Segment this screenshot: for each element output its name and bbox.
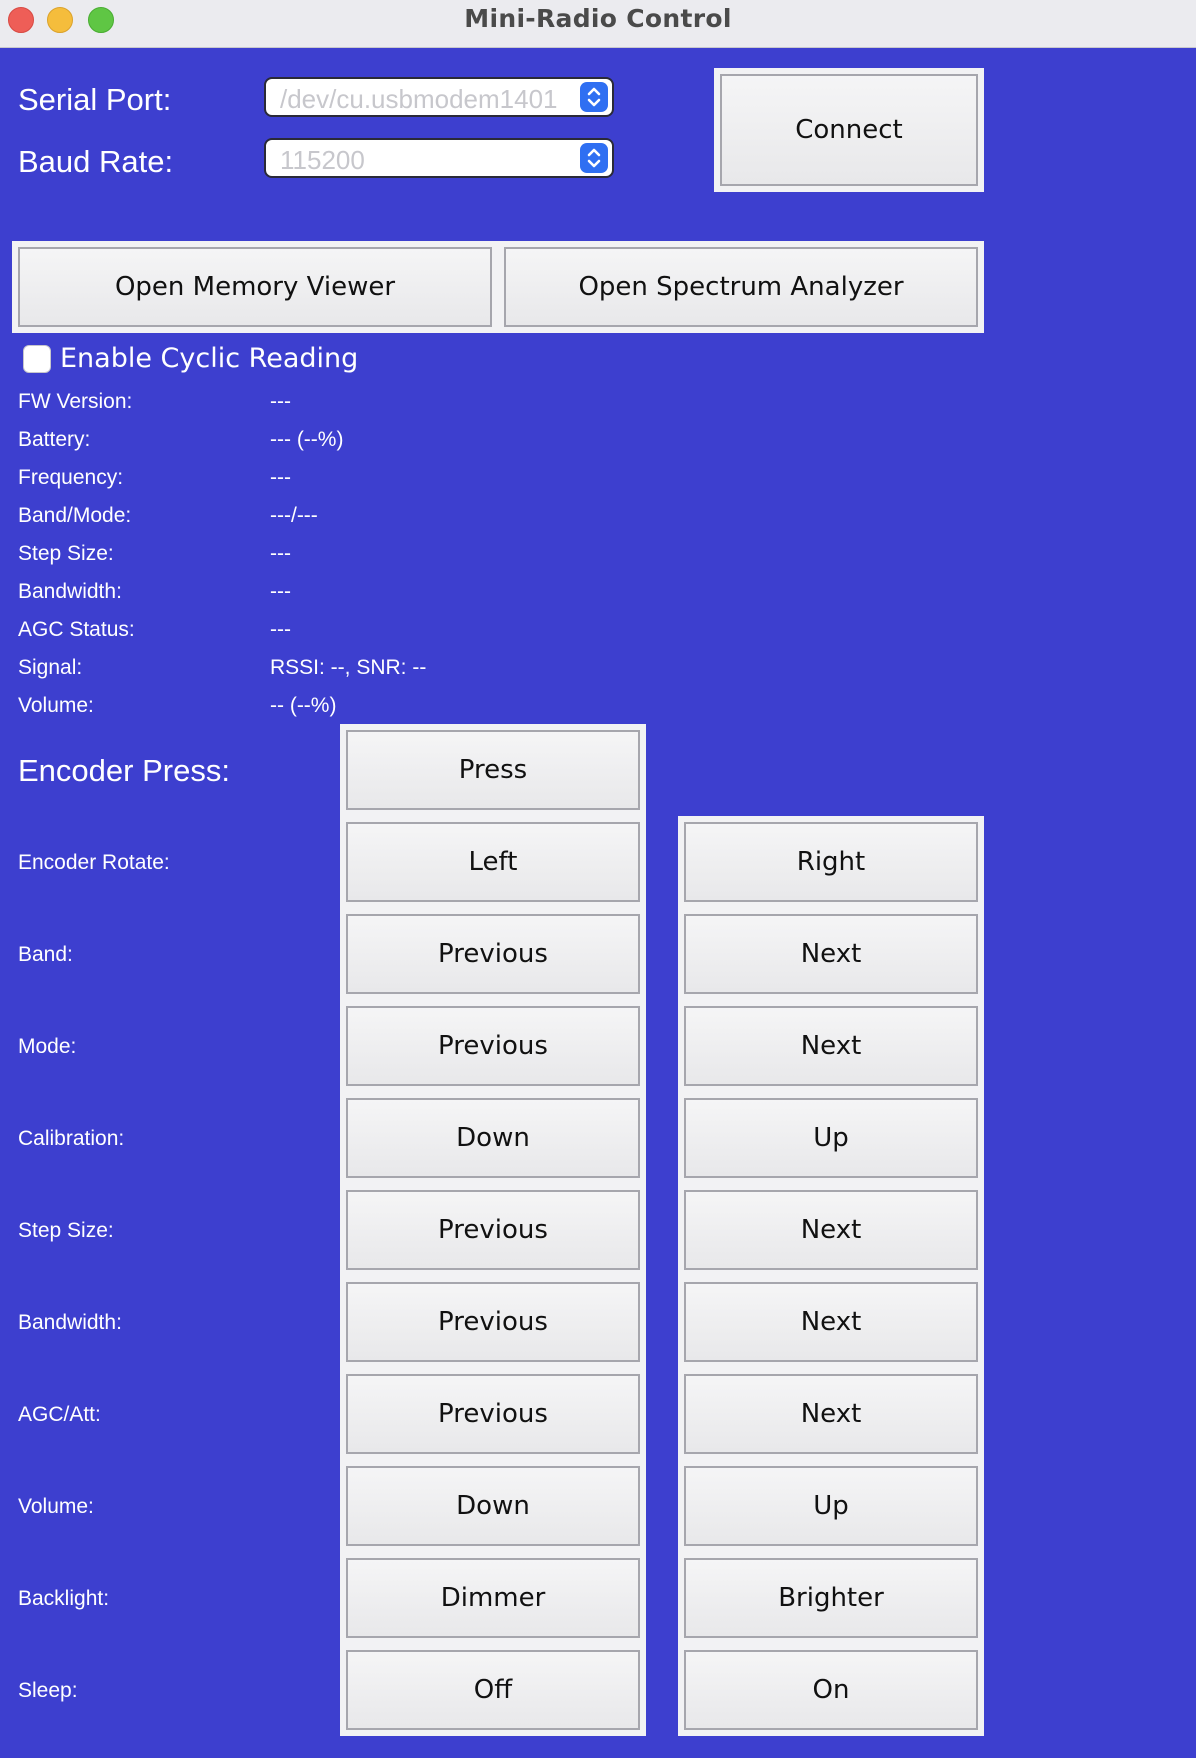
sleep-off-button[interactable]: Off — [346, 1650, 640, 1730]
backlight-label: Backlight: — [18, 1587, 110, 1610]
calibration-up-button[interactable]: Up — [684, 1098, 978, 1178]
calibration-label: Calibration: — [18, 1127, 125, 1150]
agc-att-next-button[interactable]: Next — [684, 1374, 978, 1454]
volume-control-label: Volume: — [18, 1495, 94, 1518]
step-size-value: --- — [270, 542, 291, 565]
encoder-press-button[interactable]: Press — [346, 730, 640, 810]
open-spectrum-analyzer-button[interactable]: Open Spectrum Analyzer — [504, 247, 978, 327]
bandwidth-value: --- — [270, 580, 291, 603]
agc-att-previous-button[interactable]: Previous — [346, 1374, 640, 1454]
up-down-stepper-icon — [580, 82, 608, 112]
volume-up-button[interactable]: Up — [684, 1466, 978, 1546]
agc-status-label: AGC Status: — [18, 618, 135, 641]
window-title: Mini-Radio Control — [464, 4, 732, 33]
cyclic-reading-checkbox[interactable] — [23, 345, 51, 373]
bandwidth-label: Bandwidth: — [18, 580, 122, 603]
bandwidth-control-label: Bandwidth: — [18, 1311, 122, 1334]
battery-label: Battery: — [18, 428, 91, 451]
sleep-label: Sleep: — [18, 1679, 78, 1702]
title-bar: Mini-Radio Control — [0, 0, 1196, 48]
encoder-rotate-label: Encoder Rotate: — [18, 851, 170, 874]
mode-label: Mode: — [18, 1035, 77, 1058]
band-previous-button[interactable]: Previous — [346, 914, 640, 994]
sleep-on-button[interactable]: On — [684, 1650, 978, 1730]
step-size-label: Step Size: — [18, 542, 114, 565]
serial-port-value: /dev/cu.usbmodem1401 — [280, 84, 558, 114]
frequency-label: Frequency: — [18, 466, 124, 489]
volume-value: -- (--%) — [270, 694, 337, 717]
mode-previous-button[interactable]: Previous — [346, 1006, 640, 1086]
up-down-stepper-icon — [580, 143, 608, 173]
baud-rate-label: Baud Rate: — [18, 144, 174, 179]
volume-label: Volume: — [18, 694, 94, 717]
cyclic-reading-label: Enable Cyclic Reading — [60, 343, 359, 374]
agc-att-label: AGC/Att: — [18, 1403, 101, 1426]
bandwidth-next-button[interactable]: Next — [684, 1282, 978, 1362]
connect-button[interactable]: Connect — [720, 74, 978, 186]
frequency-value: --- — [270, 466, 291, 489]
bandwidth-previous-button[interactable]: Previous — [346, 1282, 640, 1362]
backlight-dimmer-button[interactable]: Dimmer — [346, 1558, 640, 1638]
fw-version-label: FW Version: — [18, 390, 133, 413]
band-label: Band: — [18, 943, 73, 966]
agc-status-value: --- — [270, 618, 291, 641]
signal-value: RSSI: --, SNR: -- — [270, 656, 427, 679]
open-memory-viewer-button[interactable]: Open Memory Viewer — [18, 247, 492, 327]
backlight-brighter-button[interactable]: Brighter — [684, 1558, 978, 1638]
baud-rate-select[interactable]: 115200 — [264, 138, 614, 178]
step-size-previous-button[interactable]: Previous — [346, 1190, 640, 1270]
app-window: Mini-Radio Control Serial Port: /dev/cu.… — [0, 0, 1196, 1758]
serial-port-label: Serial Port: — [18, 82, 172, 117]
step-size-next-button[interactable]: Next — [684, 1190, 978, 1270]
signal-label: Signal: — [18, 656, 83, 679]
fw-version-value: --- — [270, 390, 291, 413]
volume-down-button[interactable]: Down — [346, 1466, 640, 1546]
encoder-rotate-left-button[interactable]: Left — [346, 822, 640, 902]
band-mode-value: ---/--- — [270, 504, 318, 527]
battery-value: --- (--%) — [270, 428, 344, 451]
serial-port-select[interactable]: /dev/cu.usbmodem1401 — [264, 77, 614, 117]
calibration-down-button[interactable]: Down — [346, 1098, 640, 1178]
step-size-control-label: Step Size: — [18, 1219, 114, 1242]
encoder-rotate-right-button[interactable]: Right — [684, 822, 978, 902]
band-next-button[interactable]: Next — [684, 914, 978, 994]
encoder-press-label: Encoder Press: — [18, 753, 230, 788]
baud-rate-value: 115200 — [280, 145, 365, 175]
band-mode-label: Band/Mode: — [18, 504, 132, 527]
mode-next-button[interactable]: Next — [684, 1006, 978, 1086]
